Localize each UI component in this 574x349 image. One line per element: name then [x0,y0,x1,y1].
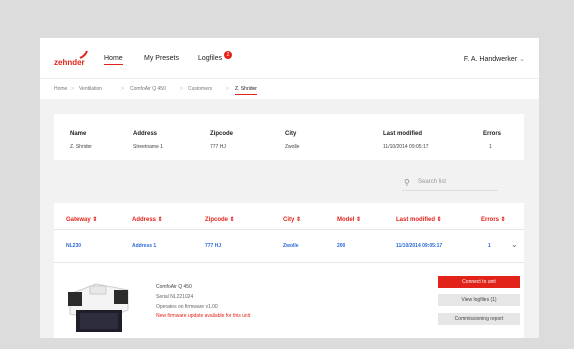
zehnder-logo[interactable]: zehnder [54,50,88,68]
cell-zipcode[interactable]: 777 HJ [205,243,221,249]
label-name: Name [70,131,87,137]
breadcrumb-current: Z. Shrider [235,86,257,95]
value-errors: 1 [489,144,492,150]
commissioning-report-button[interactable]: Commissioning report [438,313,520,325]
breadcrumb-ventilation[interactable]: Ventilation [79,86,102,92]
view-logfiles-button[interactable]: View logfiles (1) [438,294,520,306]
nav-my-presets[interactable]: My Presets [144,55,179,62]
column-header-model[interactable]: Model ⇕ [337,216,361,223]
column-header-city[interactable]: City ⇕ [283,216,301,223]
top-navigation: zehnder Home My Presets Logfiles 2 F. A.… [40,38,539,78]
device-serial: Serial NL221024 [156,294,194,300]
breadcrumb-separator: > [180,86,183,92]
svg-text:zehnder: zehnder [54,58,85,67]
label-address: Address [133,131,158,137]
connect-to-unit-button[interactable]: Connect to unit [438,276,520,288]
value-address: Streetname 1 [133,144,164,150]
label-zipcode: Zipcode [210,131,234,137]
device-name: ComfoAir Q 450 [156,284,192,290]
cell-city[interactable]: Zwolle [283,243,299,249]
label-errors: Errors [483,131,502,137]
value-name: Z. Shrider [70,144,92,150]
column-header-last-modified[interactable]: Last modified ⇕ [396,216,442,223]
breadcrumb-product[interactable]: ComfoAir Q 450 [130,86,166,92]
search-placeholder: Search list [418,179,447,185]
chevron-down-icon: ⌄ [519,56,525,63]
column-header-zipcode[interactable]: Zipcode ⇕ [205,216,235,223]
search-icon: ⚲ [404,178,410,187]
column-header-errors[interactable]: Errors ⇕ [481,216,506,223]
customer-info-panel [54,114,524,160]
cell-gateway[interactable]: NL230 [66,243,81,249]
cell-model[interactable]: 200 [337,243,345,249]
column-header-address[interactable]: Address ⇕ [132,216,163,223]
cell-last-modified[interactable]: 11/10/2014 09:05:17 [396,243,442,249]
ventilation-unit-image [68,283,129,332]
user-name: F. A. Handwerker [463,56,518,63]
nav-logfiles[interactable]: Logfiles [198,55,222,62]
firmware-update-notice[interactable]: New firmware update available for this u… [156,313,250,319]
value-zipcode: 777 HJ [210,144,226,150]
expand-row-chevron-icon[interactable]: ⌄ [511,240,518,249]
label-last-modified: Last modified [383,131,423,137]
header-divider [54,229,524,230]
nav-home[interactable]: Home [104,55,123,65]
search-input[interactable]: ⚲ Search list [402,176,498,191]
value-last-modified: 11/10/2014 09:05:17 [383,144,429,150]
breadcrumb-separator: > [71,86,74,92]
column-header-gateway[interactable]: Gateway ⇕ [66,216,97,223]
logfiles-badge: 2 [224,51,232,59]
row-divider [54,262,524,263]
value-city: Zwolle [285,144,300,150]
breadcrumb: Home > Ventilation > ComfoAir Q 450 > Cu… [40,78,539,100]
breadcrumb-separator: > [226,86,229,92]
cell-errors[interactable]: 1 [488,243,491,249]
cell-address[interactable]: Address 1 [132,243,156,249]
breadcrumb-customers[interactable]: Customers [188,86,212,92]
user-menu[interactable]: F. A. Handwerker ⌄ [464,55,525,63]
breadcrumb-home[interactable]: Home [54,86,67,92]
label-city: City [285,131,297,137]
breadcrumb-separator: > [121,86,124,92]
device-firmware: Operates on firmware v1.00 [156,304,218,310]
